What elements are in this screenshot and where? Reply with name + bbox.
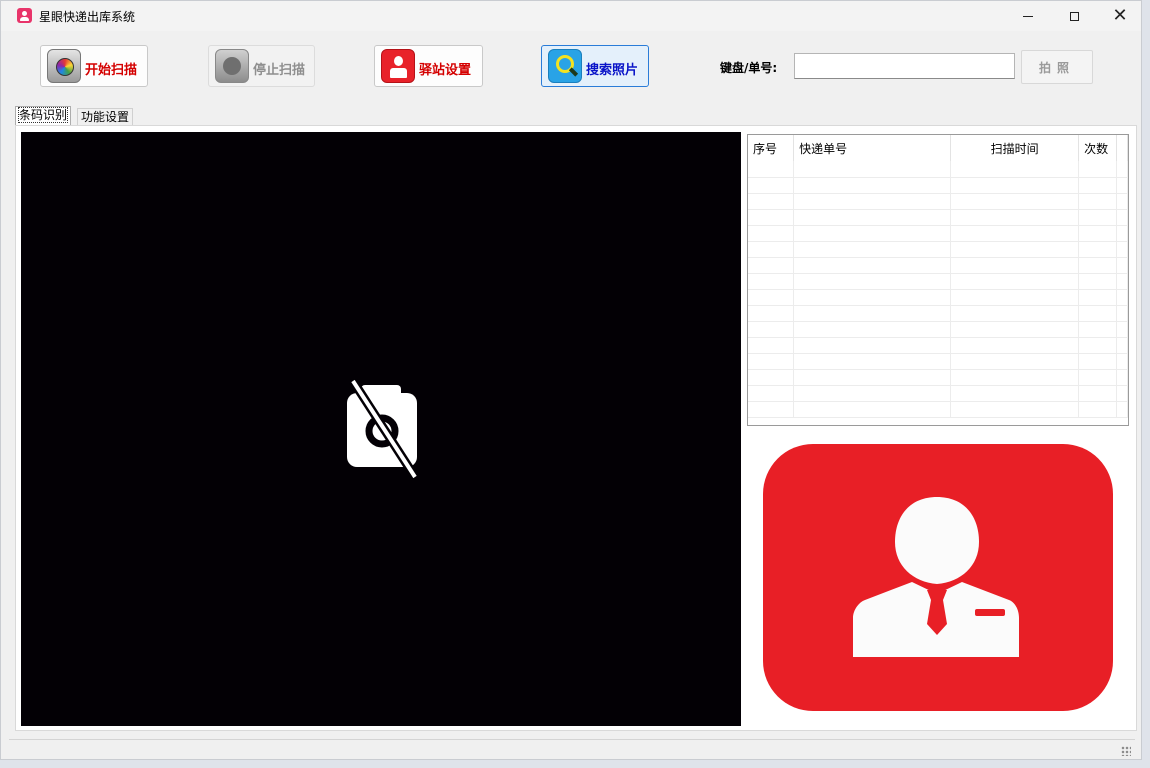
column-header-filler [1116,135,1128,161]
column-header-count[interactable]: 次数 [1078,135,1117,161]
empty-table-row [748,257,1128,274]
column-header-scan-time[interactable]: 扫描时间 [950,135,1080,161]
empty-table-row [748,401,1128,418]
window-title: 星眼快递出库系统 [39,10,136,24]
stop-scan-button[interactable]: 停止扫描 [208,45,315,87]
close-button[interactable]: ✕ [1097,1,1143,31]
avatar-panel [747,432,1129,725]
minimize-button[interactable] [1005,1,1051,31]
empty-table-row [748,305,1128,322]
search-photos-button[interactable]: 搜索照片 [541,45,649,87]
user-icon [381,49,415,83]
tab-function-settings[interactable]: 功能设置 [77,108,134,126]
empty-table-row [748,289,1128,306]
empty-table-row [748,369,1128,386]
start-scan-label: 开始扫描 [85,63,138,78]
empty-table-row [748,273,1128,290]
empty-table-row [748,209,1128,226]
station-settings-button[interactable]: 驿站设置 [374,45,483,87]
camera-off-icon [347,379,419,479]
keyboard-input-label: 键盘/单号: [720,61,778,75]
start-scan-button[interactable]: 开始扫描 [40,45,148,87]
empty-table-row [748,337,1128,354]
app-window: 星眼快递出库系统 ✕ 开始扫描 停止扫描 驿站设置 搜索照片 键盘/单号: 拍照… [0,0,1142,760]
table-body [748,161,1128,418]
column-header-index[interactable]: 序号 [748,135,795,161]
title-bar: 星眼快递出库系统 ✕ [1,1,1141,31]
search-icon [548,49,582,83]
empty-table-row [748,161,1128,178]
tab-barcode-recognition[interactable]: 条码识别 [15,106,72,125]
empty-table-row [748,321,1128,338]
empty-table-row [748,241,1128,258]
empty-table-row [748,193,1128,210]
tracking-number-input[interactable] [794,53,1015,79]
column-header-tracking-number[interactable]: 快递单号 [793,135,952,161]
take-photo-button[interactable]: 拍照 [1021,50,1093,84]
status-bar [9,739,1135,760]
station-settings-label: 驿站设置 [419,63,472,78]
app-icon [17,8,32,23]
empty-table-row [748,225,1128,242]
empty-table-row [748,385,1128,402]
courier-avatar-icon [763,444,1113,711]
resize-grip-icon[interactable] [1121,746,1131,756]
scan-records-table[interactable]: 序号 快递单号 扫描时间 次数 [747,134,1129,426]
camera-lens-icon [47,49,81,83]
close-icon: ✕ [1112,5,1128,26]
maximize-button[interactable] [1051,1,1097,31]
empty-table-row [748,177,1128,194]
empty-table-row [748,353,1128,370]
stop-icon [215,49,249,83]
search-photos-label: 搜索照片 [586,63,639,78]
stop-scan-label: 停止扫描 [253,63,306,78]
